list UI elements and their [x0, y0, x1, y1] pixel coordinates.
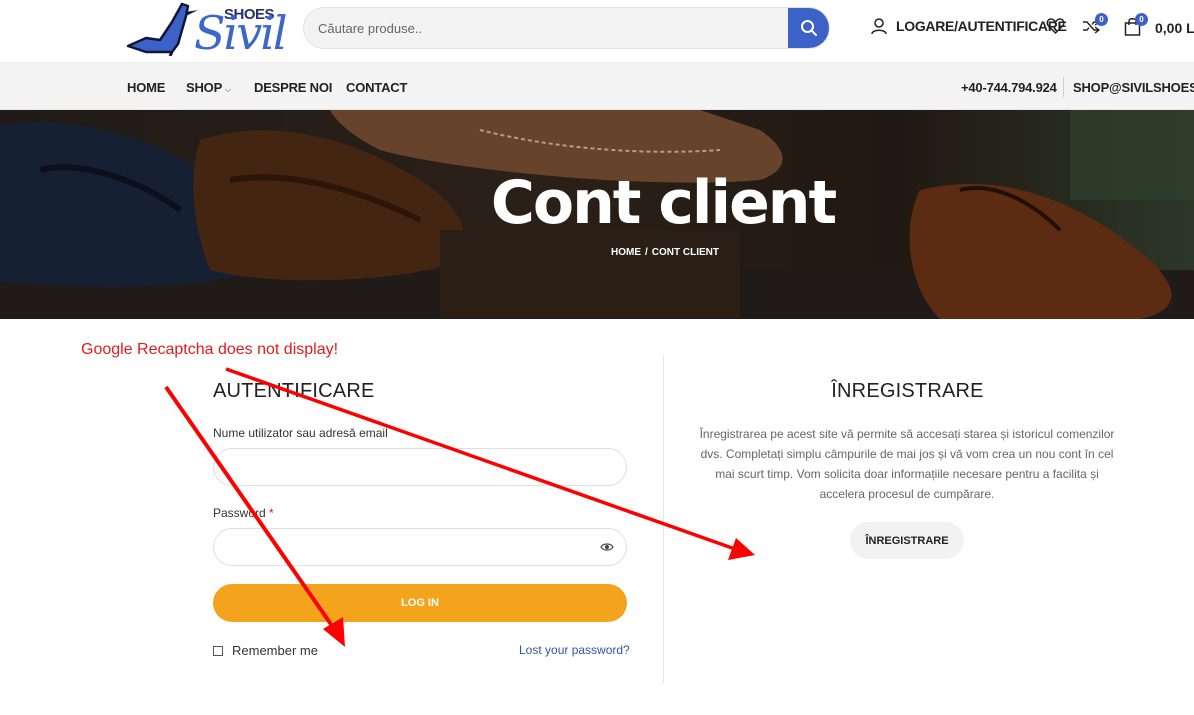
login-label: LOGARE/AUTENTIFICARE [896, 18, 1067, 34]
lost-password-link[interactable]: Lost your password? [519, 643, 630, 657]
site-logo[interactable]: SHOES Sivil [126, 0, 288, 56]
top-header: SHOES Sivil LOGARE/AUTENTIFICARE 0 [0, 0, 1194, 62]
search-button[interactable] [788, 8, 829, 48]
password-field-wrap [213, 528, 627, 566]
breadcrumb: HOME / CONT CLIENT [611, 247, 719, 258]
annotation-note: Google Recaptcha does not display! [81, 341, 339, 358]
remember-me-label: Remember me [232, 643, 318, 658]
page-title: Cont client [490, 168, 837, 238]
nav-divider [1063, 77, 1064, 97]
user-icon [871, 18, 887, 35]
cart-total[interactable]: 0,00 LEI [1155, 20, 1194, 36]
register-button[interactable]: ÎNREGISTRARE [850, 522, 964, 559]
heart-icon [1046, 18, 1065, 35]
register-description: Înregistrarea pe acest site vă permite s… [699, 427, 1115, 501]
search-input[interactable] [304, 8, 790, 48]
username-input[interactable] [214, 449, 626, 485]
username-label-text: Nume utilizator sau adresă email [213, 426, 388, 440]
chevron-down-icon: ⌵ [225, 85, 231, 94]
login-button[interactable]: LOG IN [213, 584, 627, 622]
login-link[interactable]: LOGARE/AUTENTIFICARE [870, 17, 1067, 35]
required-marker: * [269, 506, 274, 520]
search-icon [800, 20, 817, 36]
breadcrumb-current: CONT CLIENT [651, 247, 719, 258]
password-label: Password * [213, 506, 274, 520]
username-field-wrap [213, 448, 627, 486]
wishlist-button[interactable] [1046, 17, 1065, 40]
login-heading: AUTENTIFICARE [213, 380, 375, 402]
nav-shop-label: SHOP [186, 80, 223, 95]
cart-count-badge: 0 [1135, 13, 1148, 26]
page-hero-banner: Cont client HOME / CONT CLIENT [0, 110, 1194, 319]
remember-me[interactable]: Remember me [213, 643, 318, 658]
remember-me-checkbox[interactable] [213, 645, 223, 656]
register-heading: ÎNREGISTRARE [831, 380, 984, 402]
compare-button[interactable]: 0 [1082, 13, 1108, 40]
logo-sivil-text: Sivil [194, 6, 288, 60]
username-label: Nume utilizator sau adresă email [213, 426, 388, 440]
nav-shop[interactable]: SHOP ⌵ [186, 80, 231, 95]
password-label-text: Password [213, 506, 266, 520]
breadcrumb-separator: / [645, 247, 648, 258]
contact-email[interactable]: SHOP@SIVILSHOES.RO [1073, 80, 1194, 95]
compare-count-badge: 0 [1095, 13, 1108, 26]
nav-contact[interactable]: CONTACT [346, 80, 407, 95]
column-divider [663, 355, 664, 683]
password-input[interactable] [214, 529, 626, 565]
contact-phone[interactable]: +40-744.794.924 [961, 80, 1057, 95]
search-bar [303, 7, 830, 49]
nav-despre-noi[interactable]: DESPRE NOI [254, 80, 332, 95]
breadcrumb-home[interactable]: HOME [611, 247, 641, 258]
show-password-eye-icon[interactable] [600, 541, 614, 553]
nav-home[interactable]: HOME [127, 80, 165, 95]
cart-button[interactable]: 0 [1124, 13, 1148, 41]
main-navigation: HOME SHOP ⌵ DESPRE NOI CONTACT +40-744.79… [0, 62, 1194, 110]
